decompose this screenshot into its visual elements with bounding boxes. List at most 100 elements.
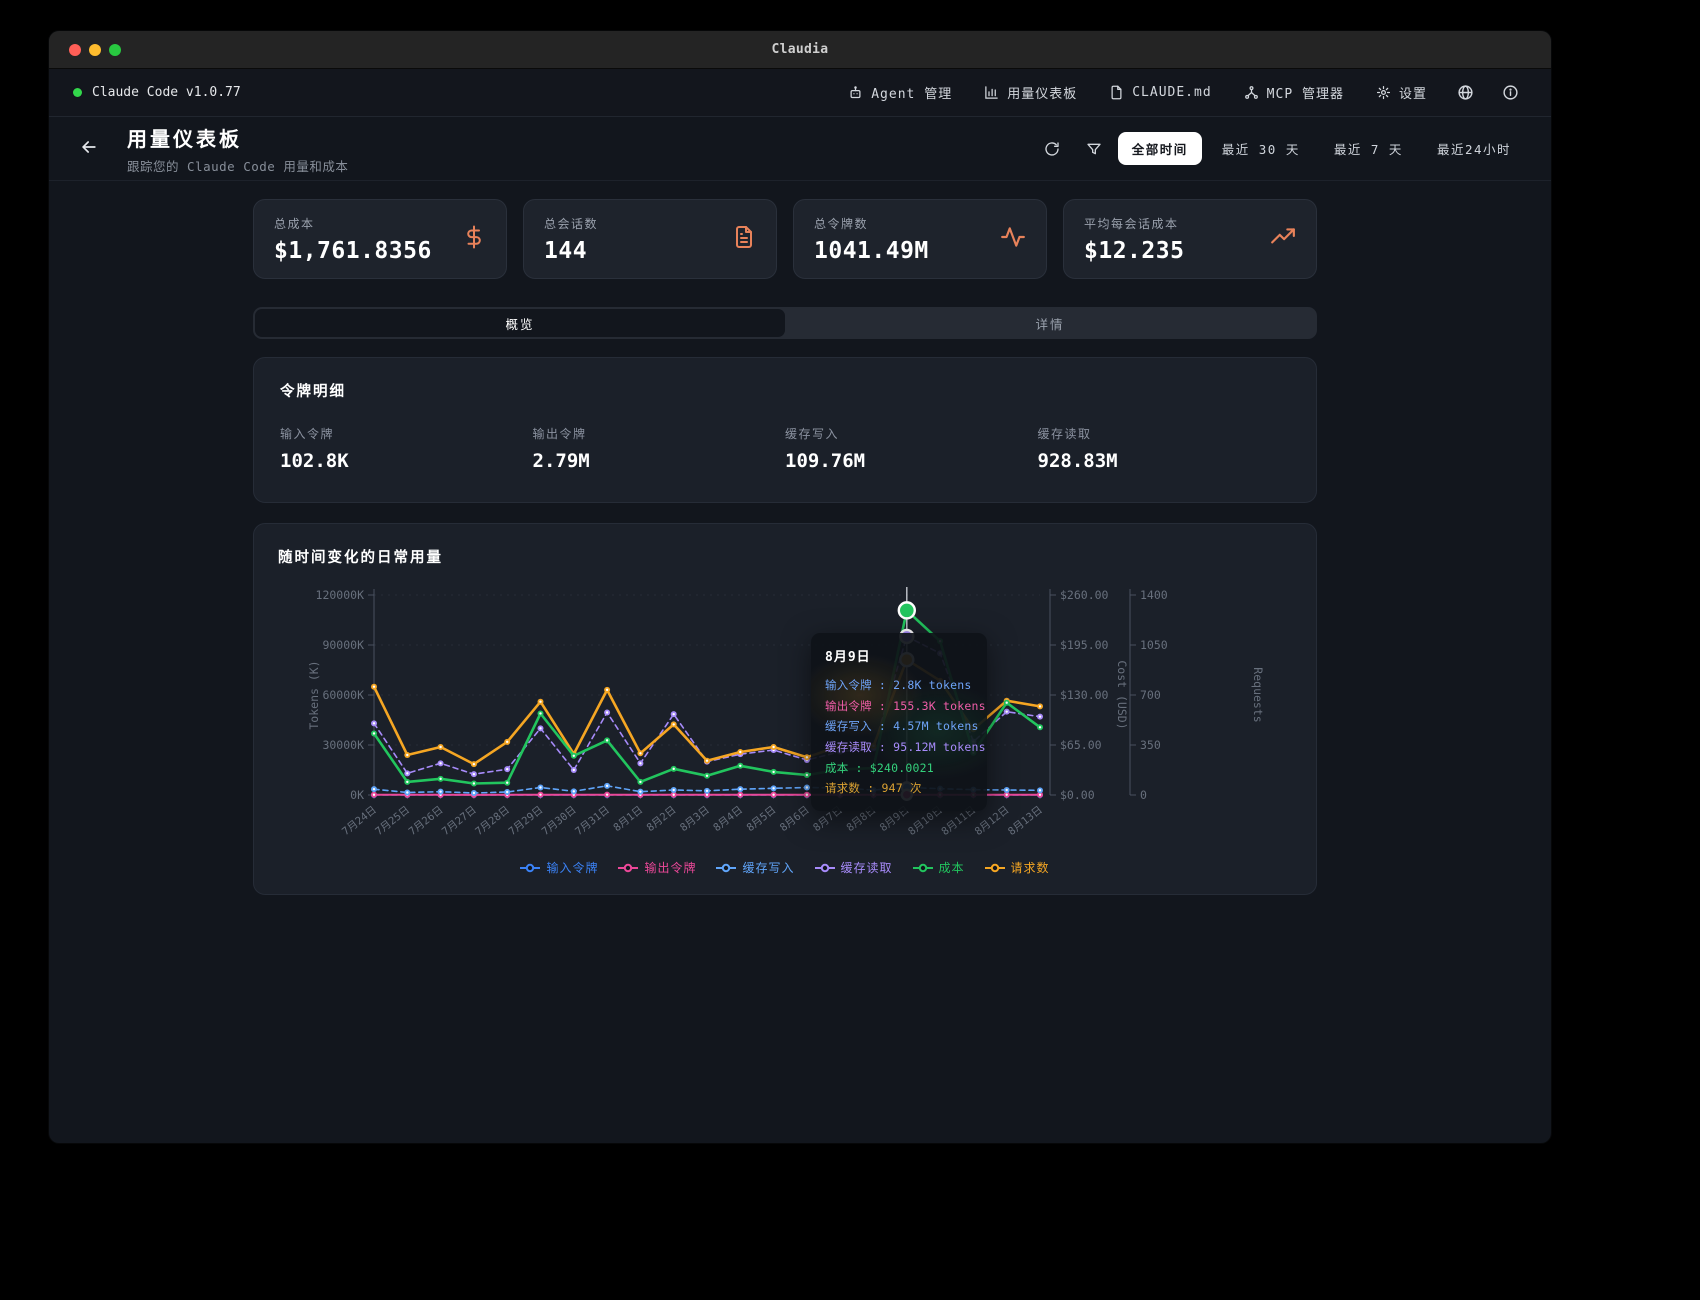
svg-text:Tokens (K): Tokens (K) [307, 660, 321, 729]
time-filter-24h[interactable]: 最近24小时 [1423, 132, 1525, 165]
refresh-icon [1044, 141, 1060, 157]
gear-icon [1376, 85, 1391, 100]
stat-card-total-cost: 总成本 $1,761.8356 [253, 199, 507, 279]
nav-item-label: CLAUDE.md [1132, 85, 1211, 100]
dollar-icon [462, 225, 486, 253]
svg-text:0: 0 [1140, 788, 1147, 802]
filter-icon [1086, 141, 1102, 157]
svg-text:Requests: Requests [1251, 667, 1265, 722]
legend-item[interactable]: 输入令牌 [520, 859, 598, 876]
svg-text:$0.00: $0.00 [1060, 788, 1095, 802]
page-subtitle: 跟踪您的 Claude Code 用量和成本 [127, 156, 348, 175]
svg-text:1400: 1400 [1140, 588, 1168, 602]
file-icon [1109, 85, 1124, 100]
bot-icon [848, 85, 863, 100]
svg-text:7月24日: 7月24日 [340, 804, 379, 838]
info-icon [1502, 84, 1519, 101]
legend-item[interactable]: 请求数 [985, 859, 1050, 876]
svg-text:90000K: 90000K [322, 638, 364, 652]
time-filter-all[interactable]: 全部时间 [1118, 132, 1202, 165]
svg-text:8月2日: 8月2日 [645, 804, 679, 834]
refresh-button[interactable] [1034, 133, 1070, 165]
legend-item[interactable]: 输出令牌 [618, 859, 696, 876]
stat-label: 平均每会话成本 [1084, 215, 1184, 232]
stat-value: 1041.49M [814, 238, 929, 264]
token-breakdown-title: 令牌明细 [280, 380, 1290, 401]
tab-details[interactable]: 详情 [785, 309, 1315, 337]
status-dot-icon [73, 88, 82, 97]
svg-text:30000K: 30000K [322, 738, 364, 752]
daily-usage-card: 随时间变化的日常用量 0K30000K60000K90000K120000KTo… [253, 523, 1317, 895]
nav-item-usage-dashboard[interactable]: 用量仪表板 [972, 76, 1089, 109]
svg-text:8月4日: 8月4日 [711, 804, 745, 834]
minimize-window-button[interactable] [89, 44, 101, 56]
tooltip-row: 请求数 : 947 次 [825, 778, 973, 799]
activity-icon [1000, 224, 1026, 254]
token-breakdown-input: 输入令牌 102.8K [280, 425, 533, 472]
chart-body: 0K 30000K 60000K 90000K 120000K Tokens (K) $0.… [278, 581, 1292, 857]
svg-text:1050: 1050 [1140, 638, 1168, 652]
legend-item[interactable]: 缓存写入 [716, 859, 794, 876]
stat-card-total-tokens: 总令牌数 1041.49M [793, 199, 1047, 279]
arrow-left-icon [79, 142, 99, 161]
nav-item-mcp-manager[interactable]: MCP 管理器 [1232, 76, 1356, 109]
zoom-window-button[interactable] [109, 44, 121, 56]
filter-button[interactable] [1076, 133, 1112, 165]
globe-icon [1457, 84, 1474, 101]
about-info-button[interactable] [1492, 76, 1529, 109]
svg-text:Cost (USD): Cost (USD) [1115, 660, 1129, 729]
tooltip-row: 成本 : $240.0021 [825, 758, 973, 779]
svg-text:60000K: 60000K [322, 688, 364, 702]
page-title: 用量仪表板 [127, 123, 348, 152]
svg-text:7月29日: 7月29日 [506, 804, 545, 838]
svg-text:$130.00: $130.00 [1060, 688, 1109, 702]
back-button[interactable] [73, 131, 105, 167]
svg-text:7月28日: 7月28日 [473, 804, 512, 838]
chart-legend: 输入令牌 输出令牌 缓存写入 缓存读取 成本 请求数 [278, 859, 1292, 876]
svg-text:$65.00: $65.00 [1060, 738, 1102, 752]
stat-cards-row: 总成本 $1,761.8356 总会话数 144 总令牌数 [253, 199, 1317, 279]
svg-text:120000K: 120000K [316, 588, 365, 602]
legend-marker-icon [913, 863, 933, 873]
app-version-status: Claude Code v1.0.77 [73, 85, 241, 100]
stat-value: $1,761.8356 [274, 238, 432, 264]
svg-text:0K: 0K [350, 788, 364, 802]
svg-text:8月5日: 8月5日 [745, 804, 779, 834]
svg-text:700: 700 [1140, 688, 1161, 702]
app-header: Claude Code v1.0.77 Agent 管理 用量仪表板 CLAUD… [49, 69, 1551, 117]
stat-label: 总令牌数 [814, 215, 929, 232]
titlebar: Claudia [49, 31, 1551, 69]
tab-overview[interactable]: 概览 [255, 309, 785, 337]
svg-text:7月25日: 7月25日 [373, 804, 412, 838]
app-window: Claudia Claude Code v1.0.77 Agent 管理 用量仪… [48, 30, 1552, 1144]
nav-item-settings[interactable]: 设置 [1364, 76, 1439, 109]
app-nav: Agent 管理 用量仪表板 CLAUDE.md MCP 管理器 [836, 76, 1529, 109]
time-filter-30d[interactable]: 最近 30 天 [1208, 132, 1314, 165]
legend-marker-icon [520, 863, 540, 873]
legend-marker-icon [815, 863, 835, 873]
nav-item-agents[interactable]: Agent 管理 [836, 76, 964, 109]
svg-text:7月26日: 7月26日 [407, 804, 446, 838]
svg-text:8月1日: 8月1日 [611, 804, 645, 834]
network-icon [1244, 85, 1259, 100]
svg-text:7月27日: 7月27日 [440, 804, 479, 838]
chart-tooltip: 8月9日 输入令牌 : 2.8K tokens输出令牌 : 155.3K tok… [811, 633, 987, 811]
svg-text:8月6日: 8月6日 [778, 804, 812, 834]
legend-item[interactable]: 成本 [913, 859, 965, 876]
svg-text:$260.00: $260.00 [1060, 588, 1109, 602]
close-window-button[interactable] [69, 44, 81, 56]
svg-text:7月30日: 7月30日 [540, 804, 579, 838]
tooltip-row: 缓存读取 : 95.12M tokens [825, 737, 973, 758]
bar-chart-icon [984, 85, 999, 100]
legend-marker-icon [985, 863, 1005, 873]
legend-item[interactable]: 缓存读取 [815, 859, 893, 876]
nav-item-label: MCP 管理器 [1267, 83, 1344, 102]
page-header: 用量仪表板 跟踪您的 Claude Code 用量和成本 全部时间 最近 30 … [49, 117, 1551, 181]
nav-item-claude-md[interactable]: CLAUDE.md [1097, 78, 1223, 107]
time-filter-7d[interactable]: 最近 7 天 [1320, 132, 1417, 165]
language-globe-button[interactable] [1447, 76, 1484, 109]
svg-text:7月31日: 7月31日 [573, 804, 612, 838]
stat-label: 总成本 [274, 215, 432, 232]
tooltip-date: 8月9日 [825, 646, 973, 665]
tooltip-row: 缓存写入 : 4.57M tokens [825, 716, 973, 737]
